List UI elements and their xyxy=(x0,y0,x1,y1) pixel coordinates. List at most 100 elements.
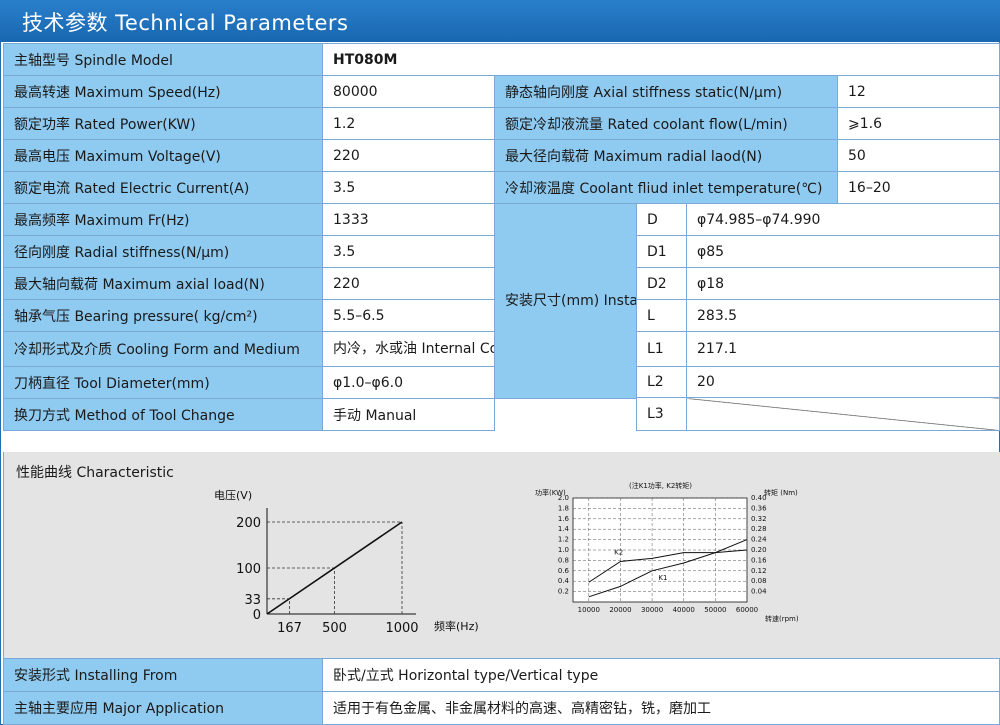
tick-label: 40000 xyxy=(673,606,695,614)
tick-label: 0 xyxy=(253,608,261,623)
title-bar: 技术参数 Technical Parameters xyxy=(0,0,1000,42)
tick-label: 1.6 xyxy=(558,515,570,523)
dimension-value: 217.1 xyxy=(685,331,1000,367)
spec-label: 额定功率 Rated Power(KW) xyxy=(3,107,323,140)
tick-label: 0.4 xyxy=(558,577,570,585)
tick-label: 1.2 xyxy=(558,536,569,544)
spec-value: 适用于有色金属、非金属材料的高速、高精密钻，铣，磨加工 xyxy=(322,691,1000,725)
chart-xlabel: 转速(rpm) xyxy=(765,614,799,623)
tick-label: 0.32 xyxy=(751,515,767,523)
dimension-value: φ74.985–φ74.990 xyxy=(685,203,1000,236)
table-row: 主轴主要应用 Major Application 适用于有色金属、非金属材料的高… xyxy=(3,691,1000,725)
spec-label: 额定冷却液流量 Rated coolant flow(L/min) xyxy=(494,107,838,140)
dimension-value: φ18 xyxy=(685,267,1000,300)
dimension-value-empty xyxy=(685,397,1000,431)
table-row: 主轴型号 Spindle Model HT080M xyxy=(3,43,1000,76)
tick-label: 0.12 xyxy=(751,567,767,575)
spec-label: 最大径向载荷 Maximum radial laod(N) xyxy=(494,139,838,172)
spec-value: 50 xyxy=(836,139,1000,172)
dimension-value: 20 xyxy=(685,366,1000,398)
tick-label: 1.8 xyxy=(558,504,569,512)
spec-value: 5.5–6.5 xyxy=(322,299,495,332)
spec-label: 换刀方式 Method of Tool Change xyxy=(3,398,323,431)
spec-label: 静态轴向刚度 Axial stiffness static(N/μm) xyxy=(494,75,838,108)
tick-label: 0.36 xyxy=(751,504,767,512)
tick-label: 167 xyxy=(277,621,302,636)
spec-label: 轴承气压 Bearing pressure( kg/cm²) xyxy=(3,299,323,332)
spec-value: 16–20 xyxy=(836,171,1000,204)
spec-label: 冷却液温度 Coolant fliud inlet temperature(℃) xyxy=(494,171,838,204)
tick-label: 2.0 xyxy=(558,494,569,502)
spec-value: 80000 xyxy=(322,75,495,108)
tick-label: 0.40 xyxy=(751,494,767,502)
tick-label: 0.20 xyxy=(751,546,767,554)
series-label: K1 xyxy=(658,574,667,582)
tick-label: 0.28 xyxy=(751,525,767,533)
spec-label: 额定电流 Rated Electric Current(A) xyxy=(3,171,323,204)
dimension-name: L3 xyxy=(636,397,687,431)
tick-label: 0.24 xyxy=(751,536,767,544)
chart-xlabel: 频率(Hz) xyxy=(434,619,479,633)
spec-value: 3.5 xyxy=(322,235,495,268)
tick-label: 0.08 xyxy=(751,577,767,585)
dimension-name: D1 xyxy=(636,235,687,268)
dimension-value: φ85 xyxy=(685,235,1000,268)
page-title: 技术参数 Technical Parameters xyxy=(22,11,349,35)
spec-value: HT080M xyxy=(321,43,1000,76)
spec-value: 手动 Manual xyxy=(322,398,495,431)
tick-label: 0.6 xyxy=(558,567,570,575)
tick-label: 10000 xyxy=(578,606,600,614)
dimension-name: L2 xyxy=(636,366,687,398)
table-row: 最高转速 Maximum Speed(Hz) 80000 静态轴向刚度 Axia… xyxy=(3,75,1000,108)
spec-value: 220 xyxy=(322,139,495,172)
tick-label: 1000 xyxy=(385,621,418,636)
dimension-name: D xyxy=(636,203,687,236)
tick-label: 0.8 xyxy=(558,556,569,564)
tick-label: 100 xyxy=(236,562,261,577)
tick-label: 500 xyxy=(322,621,347,636)
characteristic-panel: 性能曲线 Characteristic 电压(V) 频率(Hz) 0 33 100 2… xyxy=(3,452,1000,658)
tick-label: 1.4 xyxy=(558,525,570,533)
spec-label: 主轴型号 Spindle Model xyxy=(3,43,323,76)
dimension-name: L1 xyxy=(636,331,687,367)
voltage-frequency-chart: 电压(V) 频率(Hz) 033 100 200 167 500 1000 xyxy=(214,489,479,636)
chart-ylabel: 电压(V) xyxy=(214,489,252,502)
tick-label: 50000 xyxy=(704,606,726,614)
table-row: 最高频率 Maximum Fr(Hz) 1333 安装尺寸(mm) Instal… xyxy=(3,203,1000,399)
tick-label: 30000 xyxy=(641,606,663,614)
tick-label: 20000 xyxy=(609,606,631,614)
spec-value: 卧式/立式 Horizontal type/Vertical type xyxy=(322,658,1000,692)
spec-value: 内冷，水或油 Internal Cooling,Water or Oil xyxy=(322,331,495,367)
spec-value: 12 xyxy=(836,75,1000,108)
spec-label: 冷却形式及介质 Cooling Form and Medium xyxy=(3,331,323,367)
spec-label: 最高频率 Maximum Fr(Hz) xyxy=(3,203,323,236)
table-row: 额定功率 Rated Power(KW) 1.2 额定冷却液流量 Rated c… xyxy=(3,107,1000,140)
spec-label: 径向刚度 Radial stiffness(N/μm) xyxy=(3,235,323,268)
table-row: 额定电流 Rated Electric Current(A) 3.5 冷却液温度… xyxy=(3,171,1000,204)
tick-label: 33 xyxy=(244,593,261,608)
table-row: 安装形式 Installing From 卧式/立式 Horizontal ty… xyxy=(3,658,1000,692)
chart-right-axis-label: 转矩 (Nm) xyxy=(764,488,798,497)
spec-table: 主轴型号 Spindle Model HT080M 最高转速 Maximum S… xyxy=(3,43,1000,431)
tick-label: 60000 xyxy=(736,606,758,614)
table-row: 最高电压 Maximum Voltage(V) 220 最大径向载荷 Maxim… xyxy=(3,139,1000,172)
spec-value: 3.5 xyxy=(322,171,495,204)
spec-value: 1.2 xyxy=(322,107,495,140)
bottom-table: 安装形式 Installing From 卧式/立式 Horizontal ty… xyxy=(3,658,1000,725)
tick-label: 1.0 xyxy=(558,546,569,554)
tick-label: 200 xyxy=(236,516,261,531)
power-torque-chart: (注K1功率, K2转矩) 功率(KW) 转矩 (Nm) 转速(rpm) 0.2… xyxy=(535,481,799,623)
tick-label: 0.2 xyxy=(558,588,569,596)
characteristic-title: 性能曲线 Characteristic xyxy=(16,465,174,481)
tick-label: 0.16 xyxy=(751,556,767,564)
chart-legend: (注K1功率, K2转矩) xyxy=(629,481,692,490)
tick-label: 0.04 xyxy=(751,588,767,596)
spec-label: 安装形式 Installing From xyxy=(3,658,323,692)
dimension-name: L xyxy=(636,299,687,332)
spec-value: 220 xyxy=(322,267,495,300)
spec-label: 最大轴向载荷 Maximum axial load(N) xyxy=(3,267,323,300)
spec-value: φ1.0–φ6.0 xyxy=(322,366,495,399)
spec-value: ⩾1.6 xyxy=(836,107,1000,140)
series-label: K2 xyxy=(614,548,623,556)
spec-label: 最高转速 Maximum Speed(Hz) xyxy=(3,75,323,108)
